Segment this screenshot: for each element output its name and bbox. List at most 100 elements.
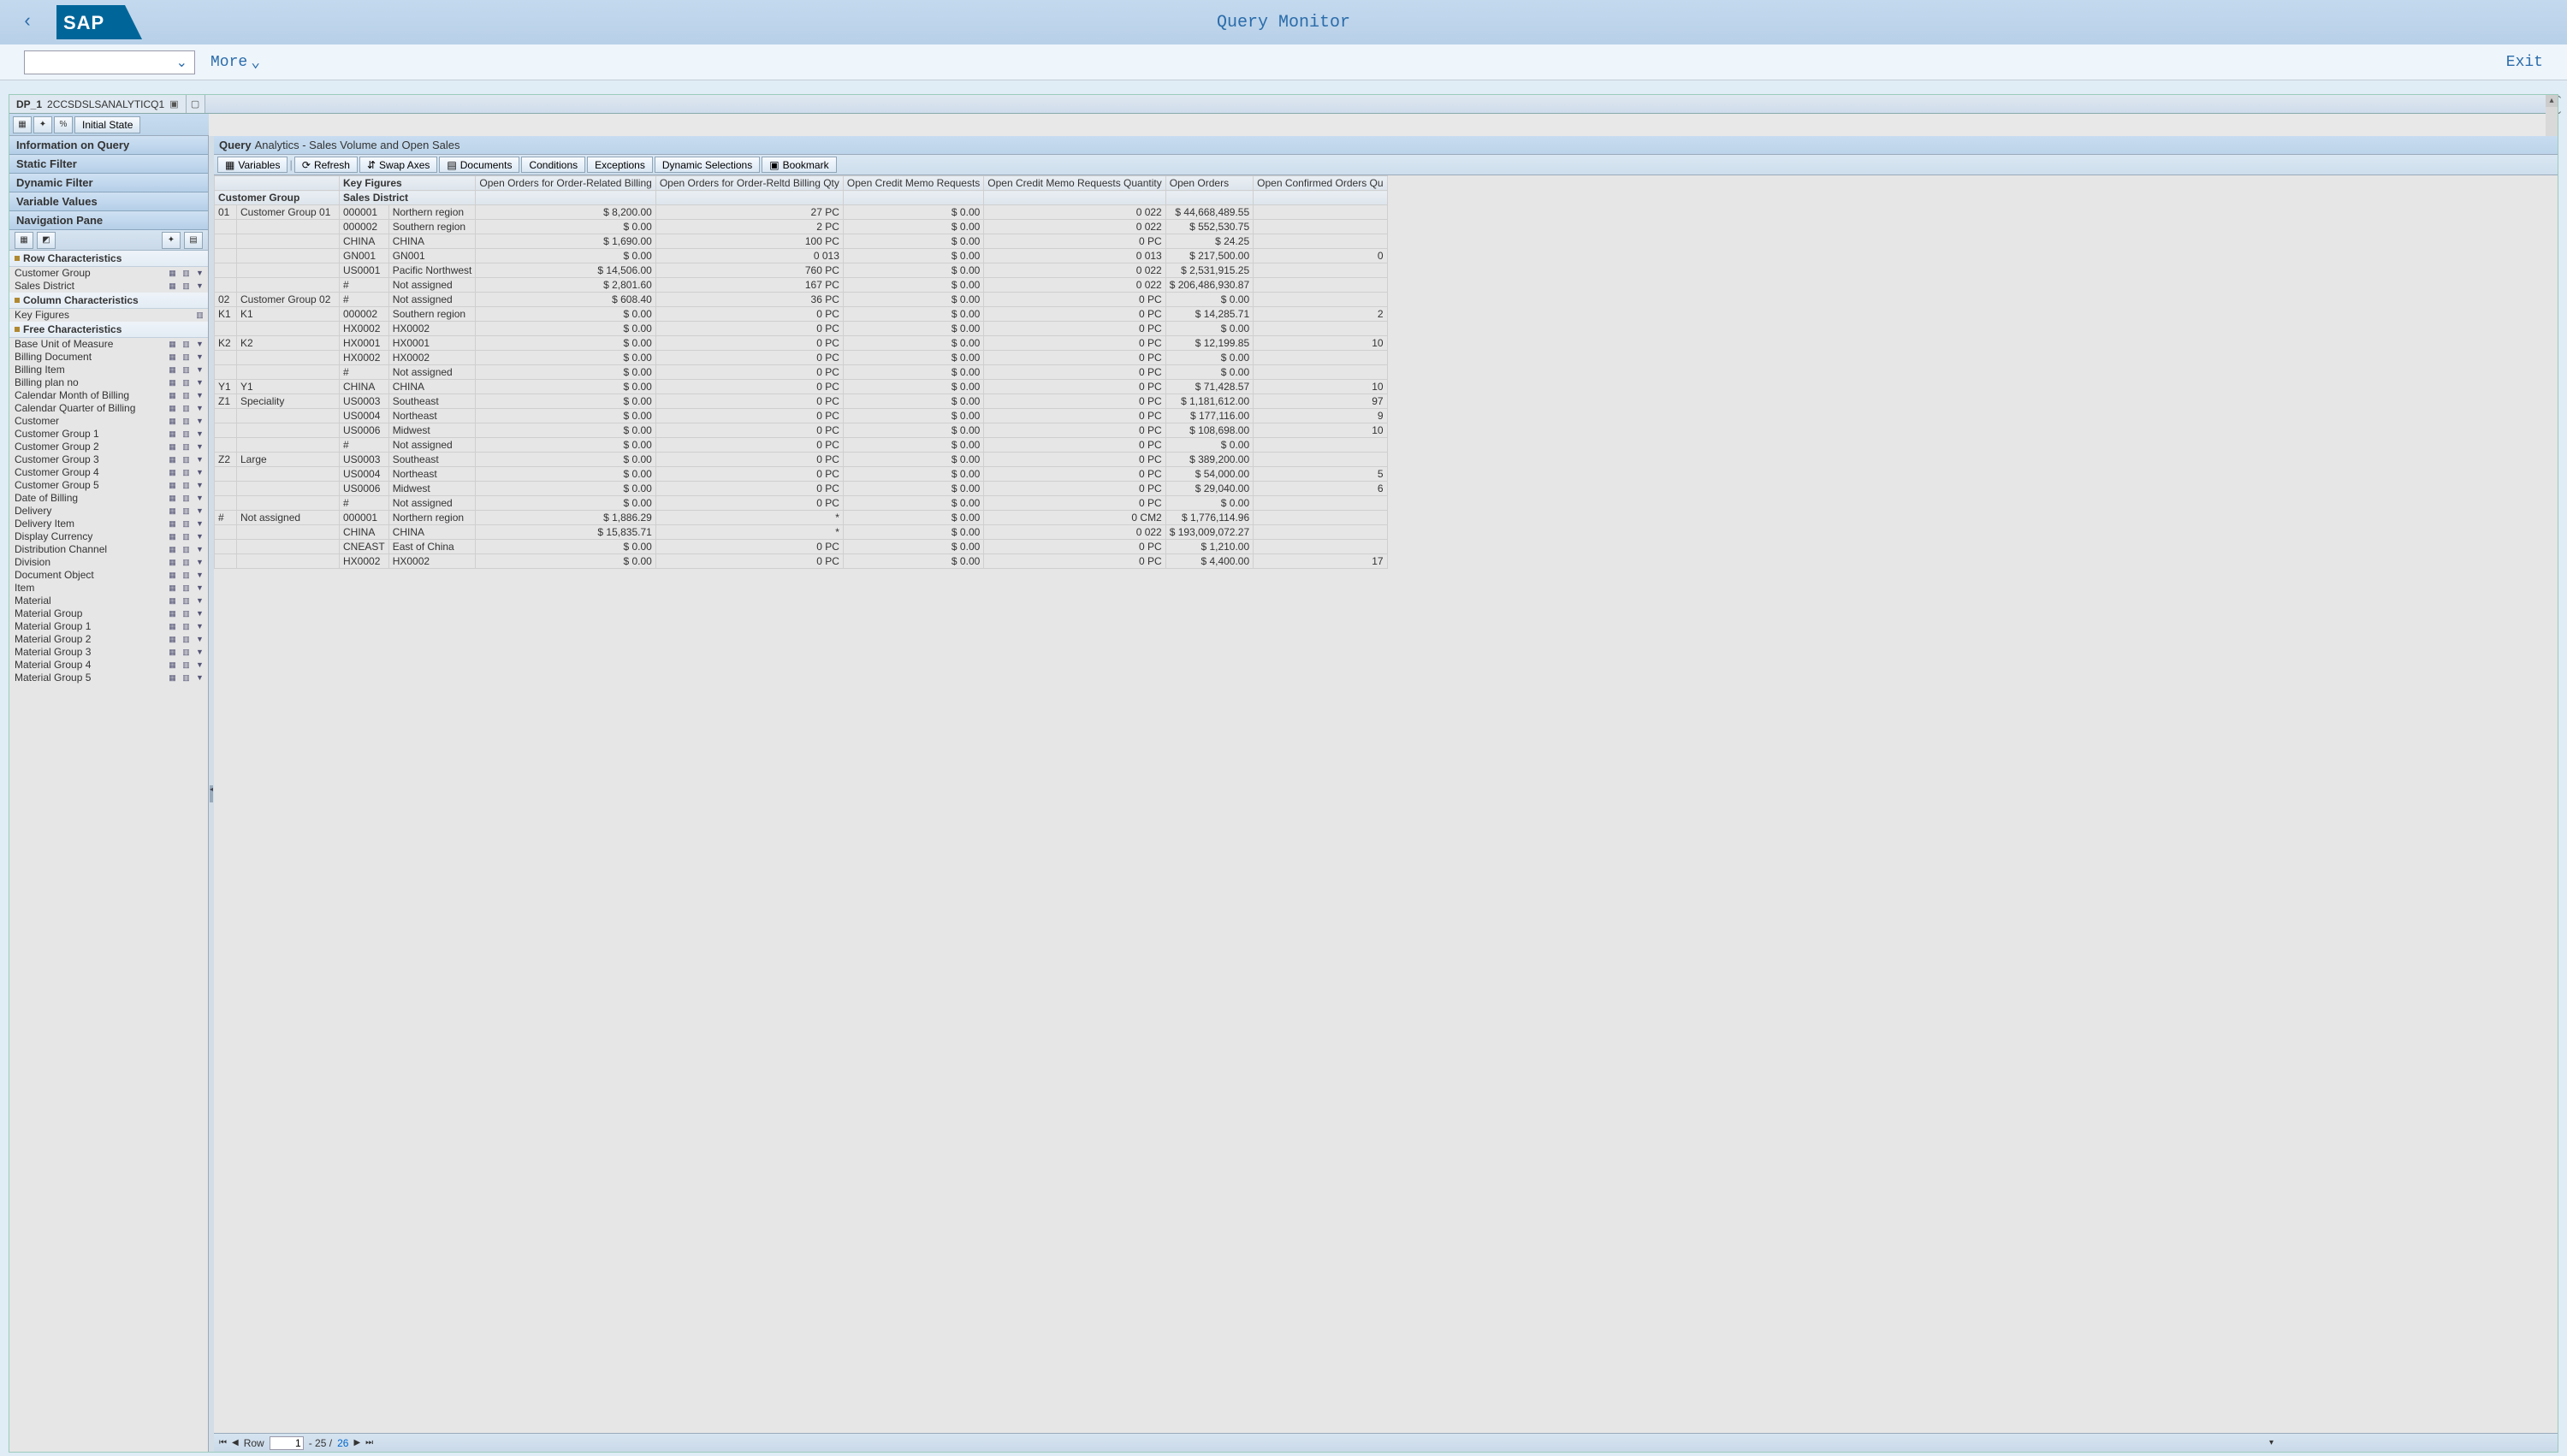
- table-row[interactable]: HX0002HX0002$ 0.000 PC$ 0.000 PC$ 0.00: [215, 322, 1388, 336]
- char-swap-icon[interactable]: ▥: [180, 518, 193, 530]
- cat-col-chars[interactable]: Column Characteristics: [9, 293, 208, 309]
- nav-icon-3[interactable]: ✦: [162, 232, 181, 249]
- table-row[interactable]: #Not assigned000001Northern region$ 1,88…: [215, 511, 1388, 525]
- table-row[interactable]: Z2LargeUS0003Southeast$ 0.000 PC$ 0.000 …: [215, 453, 1388, 467]
- char-swap-icon[interactable]: ▥: [180, 390, 193, 401]
- char-swap-icon[interactable]: ▥: [180, 352, 193, 363]
- char-filter-icon[interactable]: ▼: [193, 506, 206, 517]
- nav-icon-1[interactable]: ▦: [15, 232, 33, 249]
- char-swap-icon[interactable]: ▥: [180, 583, 193, 594]
- variables-button[interactable]: ▦Variables: [217, 157, 288, 173]
- char-row[interactable]: Billing Document▦▥▼: [9, 351, 208, 364]
- table-row[interactable]: US0004Northeast$ 0.000 PC$ 0.000 PC$ 177…: [215, 409, 1388, 423]
- bookmark-button[interactable]: ▣Bookmark: [762, 157, 836, 173]
- table-row[interactable]: US0004Northeast$ 0.000 PC$ 0.000 PC$ 54,…: [215, 467, 1388, 482]
- char-drilldown-icon[interactable]: ▦: [166, 595, 179, 607]
- char-swap-icon[interactable]: ▥: [180, 544, 193, 555]
- col-sales-district[interactable]: Sales District: [340, 191, 476, 205]
- char-filter-icon[interactable]: ▼: [193, 634, 206, 645]
- char-row[interactable]: Customer▦▥▼: [9, 415, 208, 428]
- table-row[interactable]: #Not assigned$ 2,801.60167 PC$ 0.000 022…: [215, 278, 1388, 293]
- char-drilldown-icon[interactable]: ▦: [166, 364, 179, 376]
- dynamic-selections-button[interactable]: Dynamic Selections: [655, 157, 760, 173]
- char-drilldown-icon[interactable]: ▦: [166, 634, 179, 645]
- char-filter-icon[interactable]: ▼: [193, 672, 206, 684]
- nav-last-icon[interactable]: ⏭: [365, 1438, 373, 1447]
- char-row[interactable]: Customer Group 1▦▥▼: [9, 428, 208, 441]
- col-c6[interactable]: Open Confirmed Orders Qu: [1254, 176, 1387, 191]
- char-drilldown-icon[interactable]: ▦: [166, 454, 179, 465]
- char-drilldown-icon[interactable]: ▦: [166, 268, 179, 279]
- char-filter-icon[interactable]: ▼: [193, 570, 206, 581]
- char-drilldown-icon[interactable]: ▦: [166, 480, 179, 491]
- cat-free-chars[interactable]: Free Characteristics: [9, 322, 208, 338]
- char-drilldown-icon[interactable]: ▦: [166, 647, 179, 658]
- nav-prev-icon[interactable]: ◀: [232, 1438, 239, 1447]
- char-filter-icon[interactable]: ▼: [193, 352, 206, 363]
- conditions-button[interactable]: Conditions: [521, 157, 585, 173]
- char-drilldown-icon[interactable]: ▦: [166, 583, 179, 594]
- char-swap-icon[interactable]: ▥: [180, 467, 193, 478]
- char-row[interactable]: Sales District▦▥▼: [9, 280, 208, 293]
- char-filter-icon[interactable]: ▼: [193, 339, 206, 350]
- layout-combo[interactable]: ⌄: [24, 50, 195, 74]
- table-row[interactable]: #Not assigned$ 0.000 PC$ 0.000 PC$ 0.00: [215, 438, 1388, 453]
- char-filter-icon[interactable]: ▼: [193, 467, 206, 478]
- char-swap-icon[interactable]: ▥: [180, 429, 193, 440]
- exceptions-button[interactable]: Exceptions: [587, 157, 653, 173]
- collapse-icon[interactable]: ▾: [2269, 1438, 2274, 1447]
- documents-button[interactable]: ▤Documents: [439, 157, 519, 173]
- char-swap-icon[interactable]: ▥: [180, 339, 193, 350]
- refresh-button[interactable]: ⟳Refresh: [294, 157, 358, 173]
- char-row[interactable]: Material▦▥▼: [9, 595, 208, 607]
- col-c4[interactable]: Open Credit Memo Requests Quantity: [984, 176, 1165, 191]
- cat-row-chars[interactable]: Row Characteristics: [9, 251, 208, 267]
- char-swap-icon[interactable]: ▥: [180, 634, 193, 645]
- panel-static-filter[interactable]: Static Filter: [9, 155, 208, 174]
- table-row[interactable]: CNEASTEast of China$ 0.000 PC$ 0.000 PC$…: [215, 540, 1388, 554]
- percent-icon[interactable]: %: [54, 116, 73, 133]
- char-swap-icon[interactable]: ▥: [180, 570, 193, 581]
- char-filter-icon[interactable]: ▼: [193, 480, 206, 491]
- col-key-figures[interactable]: Key Figures: [340, 176, 476, 191]
- char-swap-icon[interactable]: ▥: [180, 608, 193, 619]
- table-row[interactable]: K1K1000002Southern region$ 0.000 PC$ 0.0…: [215, 307, 1388, 322]
- tab-dp1[interactable]: DP_1 2CCSDSLSANALYTICQ1 ▣: [9, 95, 187, 113]
- table-row[interactable]: CHINACHINA$ 1,690.00100 PC$ 0.000 PC$ 24…: [215, 234, 1388, 249]
- char-row[interactable]: Delivery Item▦▥▼: [9, 518, 208, 530]
- char-filter-icon[interactable]: ▼: [193, 441, 206, 453]
- char-filter-icon[interactable]: ▼: [193, 493, 206, 504]
- char-row[interactable]: Item▦▥▼: [9, 582, 208, 595]
- char-swap-icon[interactable]: ▥: [180, 660, 193, 671]
- char-drilldown-icon[interactable]: ▦: [166, 339, 179, 350]
- char-drilldown-icon[interactable]: ▦: [166, 608, 179, 619]
- char-drilldown-icon[interactable]: ▦: [166, 570, 179, 581]
- table-row[interactable]: #Not assigned$ 0.000 PC$ 0.000 PC$ 0.00: [215, 365, 1388, 380]
- char-filter-icon[interactable]: ▼: [193, 531, 206, 542]
- swap-axes-button[interactable]: ⇵Swap Axes: [359, 157, 437, 173]
- char-filter-icon[interactable]: ▼: [193, 660, 206, 671]
- char-row[interactable]: Display Currency▦▥▼: [9, 530, 208, 543]
- char-filter-icon[interactable]: ▼: [193, 377, 206, 388]
- char-filter-icon[interactable]: ▼: [193, 390, 206, 401]
- tab-close-icon[interactable]: ▣: [169, 98, 178, 109]
- export-icon[interactable]: ▦: [13, 116, 32, 133]
- char-filter-icon[interactable]: ▼: [193, 595, 206, 607]
- char-filter-icon[interactable]: ▼: [193, 416, 206, 427]
- table-row[interactable]: 02Customer Group 02#Not assigned$ 608.40…: [215, 293, 1388, 307]
- table-row[interactable]: HX0002HX0002$ 0.000 PC$ 0.000 PC$ 0.00: [215, 351, 1388, 365]
- char-drilldown-icon[interactable]: ▦: [166, 660, 179, 671]
- char-drilldown-icon[interactable]: ▦: [166, 557, 179, 568]
- char-row[interactable]: Material Group 1▦▥▼: [9, 620, 208, 633]
- char-swap-icon[interactable]: ▥: [180, 268, 193, 279]
- char-drilldown-icon[interactable]: ▦: [166, 403, 179, 414]
- char-drilldown-icon[interactable]: ▦: [166, 621, 179, 632]
- char-row[interactable]: Customer Group▦▥▼: [9, 267, 208, 280]
- char-drilldown-icon[interactable]: ▦: [166, 467, 179, 478]
- row-input[interactable]: [270, 1436, 304, 1450]
- char-drilldown-icon[interactable]: ▦: [166, 281, 179, 292]
- char-row[interactable]: Document Object▦▥▼: [9, 569, 208, 582]
- char-drilldown-icon[interactable]: ▦: [166, 352, 179, 363]
- back-button[interactable]: ‹: [15, 10, 39, 34]
- char-drilldown-icon[interactable]: ▦: [166, 441, 179, 453]
